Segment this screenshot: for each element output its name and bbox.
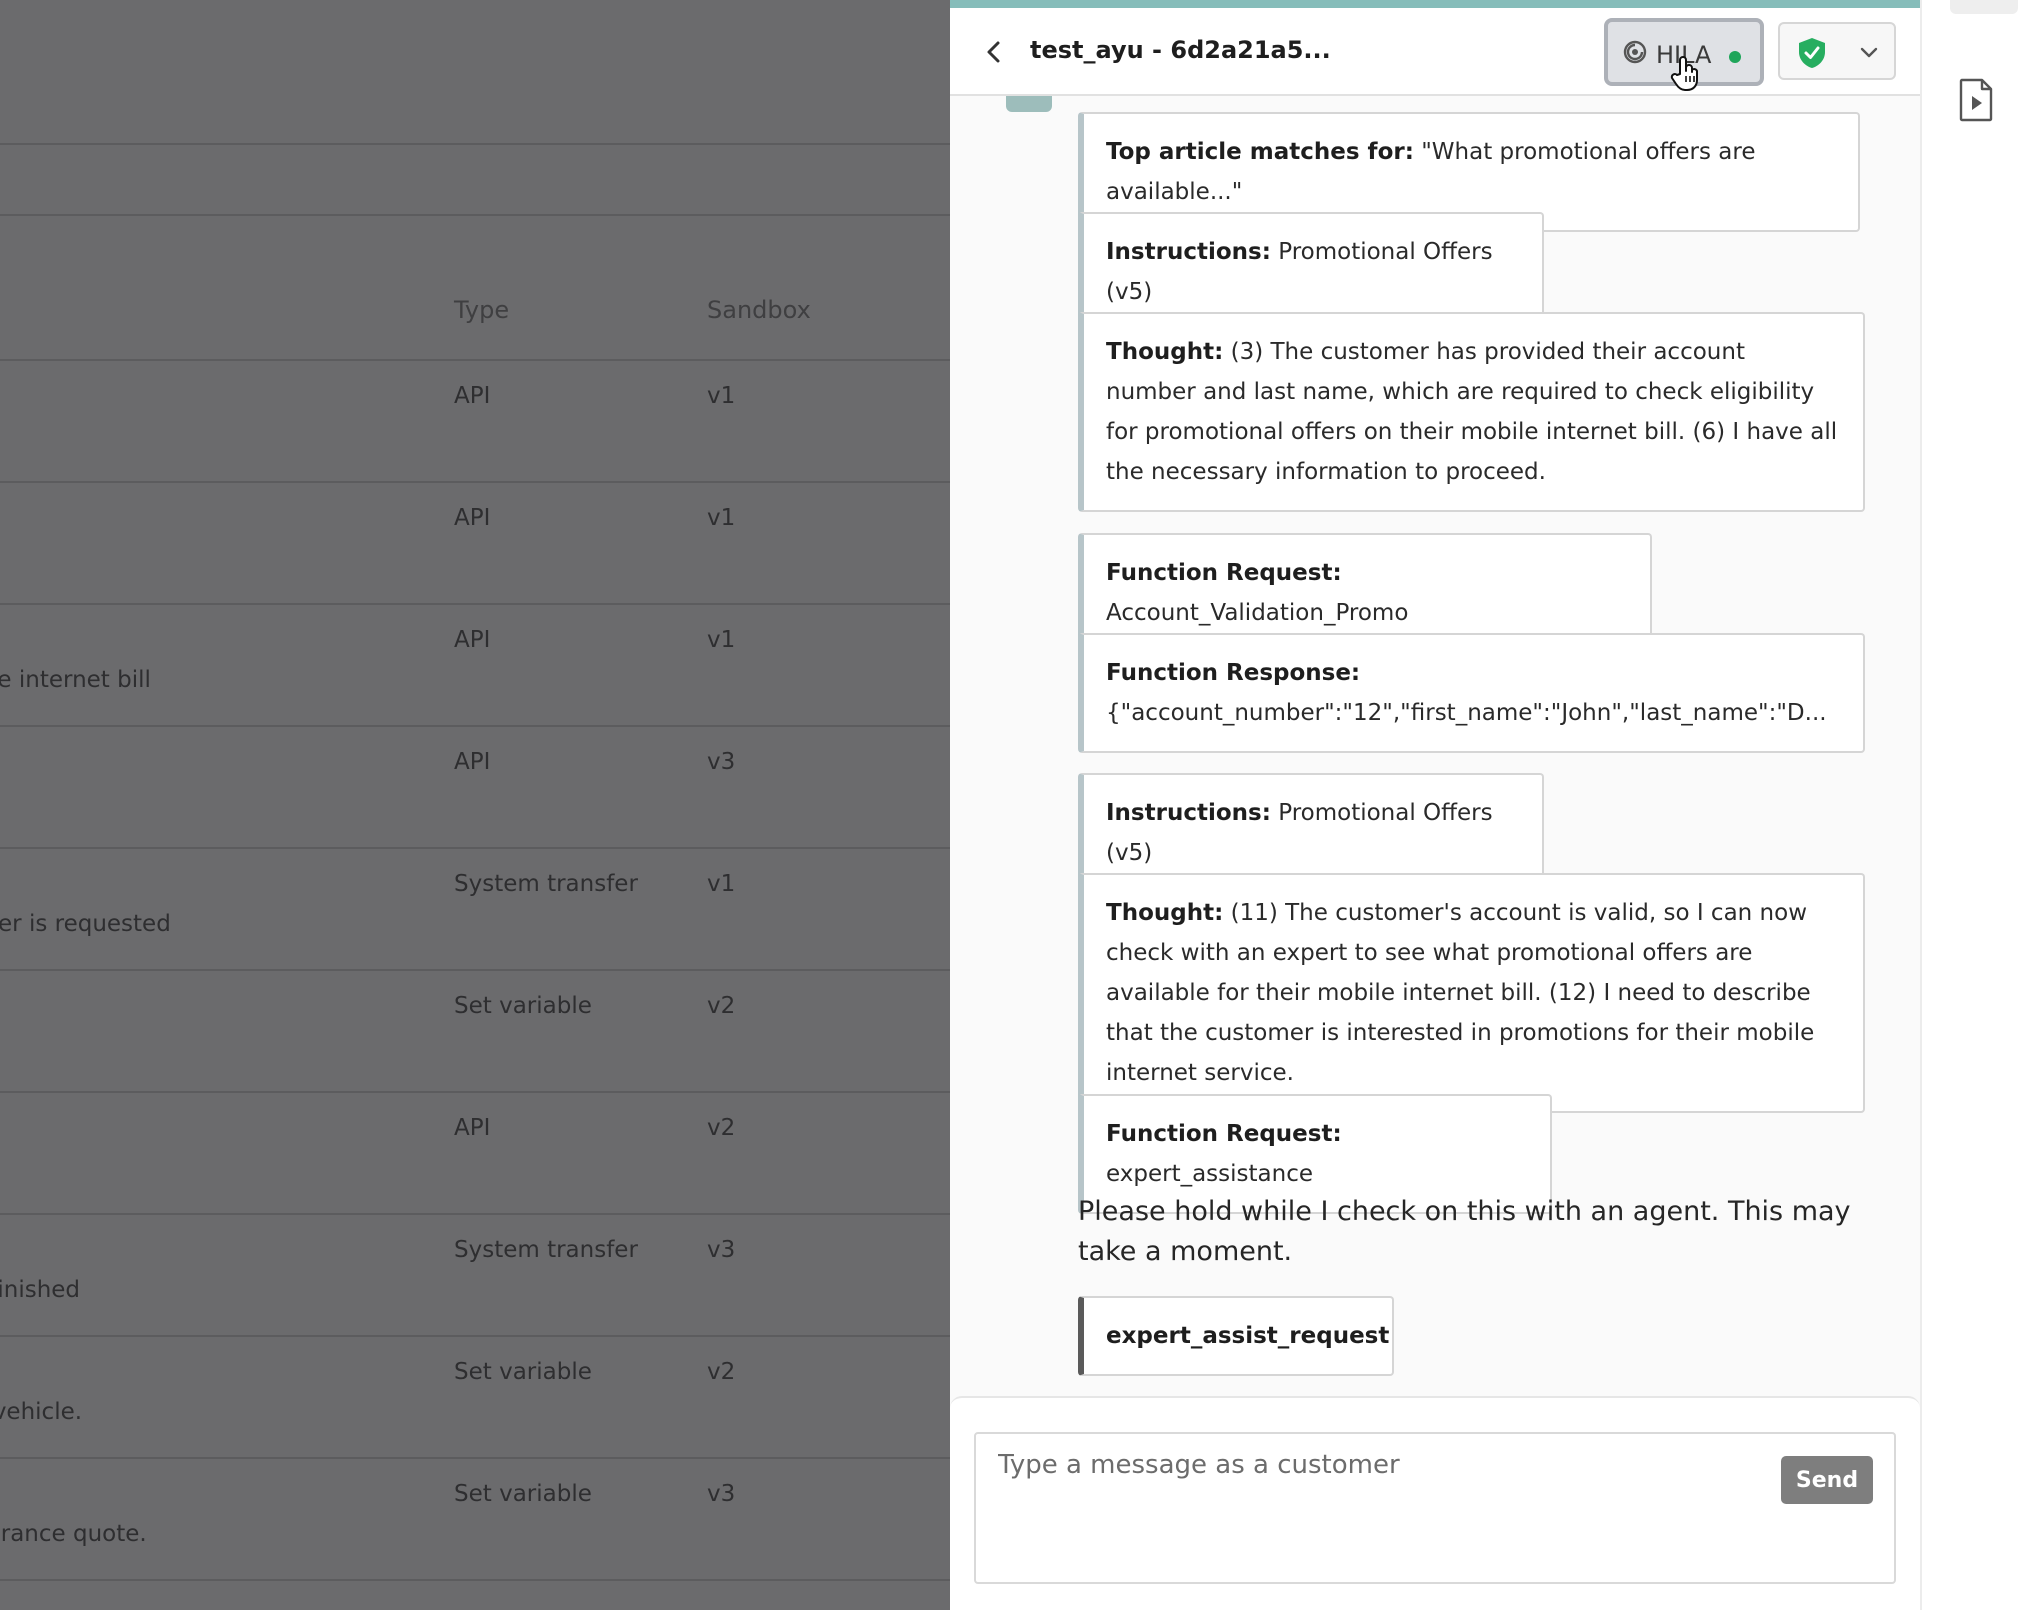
row-description-text: rs on their mobile internet bill <box>0 667 151 693</box>
expert-request-card[interactable]: expert_assist_request <box>1078 1296 1394 1376</box>
status-indicator <box>1729 51 1741 63</box>
rail-tab[interactable] <box>1950 0 2018 14</box>
bot-reply-text: Please hold while I check on this with a… <box>1078 1196 1851 1267</box>
row-description: ation is finished <box>0 1277 182 1303</box>
card-label: Instructions: <box>1106 800 1271 826</box>
row-sandbox: v2 <box>707 1359 736 1385</box>
right-rail <box>1920 0 2034 1610</box>
message-input-box: Send <box>974 1432 1896 1584</box>
card-text: (11) The customer's account is valid, so… <box>1106 900 1815 1086</box>
video-file-icon[interactable] <box>1958 78 1994 126</box>
row-type: Set variable <box>454 993 592 1019</box>
row-type: API <box>454 383 491 409</box>
row-sandbox: v1 <box>707 383 736 409</box>
chevron-down-icon <box>1858 41 1880 67</box>
card-label: Thought: <box>1106 900 1224 926</box>
row-description: s finished or transfer is requested <box>0 911 388 937</box>
message-list: Top article matches for: "What promotion… <box>950 96 1920 1396</box>
card-label: Instructions: <box>1106 239 1271 265</box>
divider <box>0 214 950 216</box>
divider <box>0 1579 950 1581</box>
row-type: API <box>454 627 491 653</box>
row-sandbox: v3 <box>707 1237 736 1263</box>
bot-avatar <box>1006 96 1052 112</box>
panel-accent-bar <box>950 0 1920 8</box>
table-row: API v1 <box>0 481 950 603</box>
row-description-text: s finished or transfer is requested <box>0 911 171 937</box>
row-type: API <box>454 749 491 775</box>
row-sandbox: v1 <box>707 505 736 531</box>
row-sandbox: v2 <box>707 993 736 1019</box>
hand-cursor-icon <box>1670 54 1702 96</box>
row-type: Set variable <box>454 1481 592 1507</box>
shield-check-icon <box>1796 36 1828 74</box>
card-label: Function Response: <box>1106 660 1361 686</box>
row-description-text: ation is finished <box>0 1277 81 1303</box>
table-row: System transfer v3 ation is finished <box>0 1213 950 1335</box>
table-row: System transfer v1 s finished or transfe… <box>0 847 950 969</box>
message-card: Thought: (3) The customer has provided t… <box>1078 312 1865 512</box>
card-text: {"account_number":"12","first_name":"Joh… <box>1106 700 1827 726</box>
chevron-left-icon[interactable] <box>980 38 1008 66</box>
table-row: API v3 <box>0 725 950 847</box>
row-description: ng them an insurance quote. <box>0 1521 333 1547</box>
table-row: API v2 <box>0 1091 950 1213</box>
divider <box>0 143 950 145</box>
row-description-text: ng them an insurance quote. <box>0 1521 147 1547</box>
row-type: API <box>454 1115 491 1141</box>
row-type: System transfer <box>454 871 638 897</box>
card-text: Account_Validation_Promo <box>1106 600 1409 626</box>
row-type: Set variable <box>454 1359 592 1385</box>
row-type: API <box>454 505 491 531</box>
row-description-text: e user's vehicle. <box>0 1399 83 1425</box>
background-overlay: Type Sandbox API v1 API v1 API v1 rs on … <box>0 0 950 1610</box>
card-label: Top article matches for: <box>1106 139 1414 165</box>
column-header-type: Type <box>454 296 510 324</box>
spiral-icon <box>1622 39 1648 69</box>
table-row: Set variable v2 <box>0 969 950 1091</box>
table-row: API v1 rs on their mobile internet bill <box>0 603 950 725</box>
message-composer: Send <box>950 1396 1920 1610</box>
chat-header: test_ayu - 6d2a21a5... HILA <box>950 8 1920 96</box>
table-row: Set variable v2 e user's vehicle. <box>0 1335 950 1457</box>
card-label: Thought: <box>1106 339 1224 365</box>
send-button[interactable]: Send <box>1781 1456 1873 1504</box>
row-sandbox: v1 <box>707 871 736 897</box>
row-description: rs on their mobile internet bill <box>0 667 343 693</box>
chat-panel: test_ayu - 6d2a21a5... HILA Top article … <box>950 0 1920 1610</box>
column-header-sandbox: Sandbox <box>707 296 811 324</box>
row-sandbox: v3 <box>707 749 736 775</box>
row-type: System transfer <box>454 1237 638 1263</box>
card-label: Function Request: <box>1106 1121 1342 1147</box>
conversation-title: test_ayu - 6d2a21a5... <box>1030 36 1331 64</box>
message-card: Thought: (11) The customer's account is … <box>1078 873 1865 1113</box>
message-card: Function Response: {"account_number":"12… <box>1078 633 1865 753</box>
safety-menu-dropdown[interactable] <box>1778 22 1896 80</box>
row-sandbox: v3 <box>707 1481 736 1507</box>
card-label: expert_assist_request <box>1106 1323 1390 1349</box>
table-row: API v1 <box>0 359 950 481</box>
row-sandbox: v2 <box>707 1115 736 1141</box>
row-description: e user's vehicle. <box>0 1399 186 1425</box>
table-row: Set variable v3 ng them an insurance quo… <box>0 1457 950 1579</box>
card-label: Function Request: <box>1106 560 1342 586</box>
message-input[interactable] <box>998 1450 1758 1560</box>
card-text: expert_assistance <box>1106 1161 1313 1187</box>
row-sandbox: v1 <box>707 627 736 653</box>
